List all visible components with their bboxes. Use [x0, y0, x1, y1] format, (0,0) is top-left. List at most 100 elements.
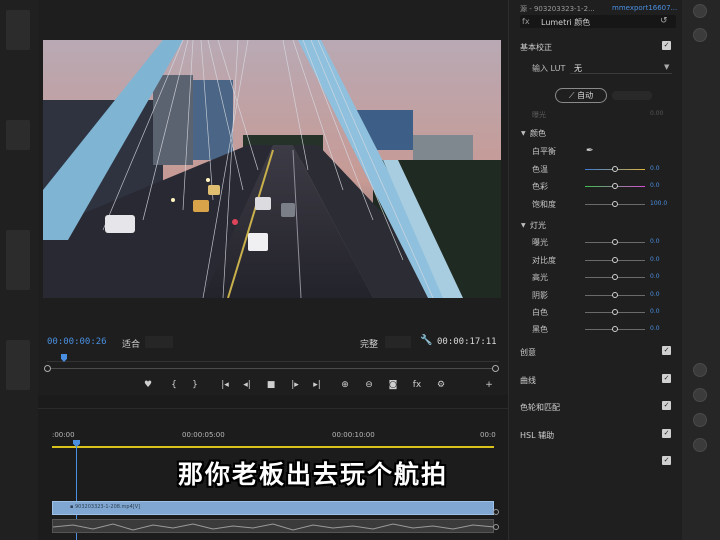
input-lut-label: 输入 LUT: [532, 64, 566, 73]
audio-clip[interactable]: [52, 519, 494, 533]
bridge-footage-frame: [43, 40, 501, 298]
tab-source[interactable]: 源 - 903203323-1-2...: [520, 4, 595, 14]
shadows-slider-handle[interactable]: [612, 292, 618, 298]
track-scroll-knob[interactable]: [493, 524, 499, 530]
duration-timecode: 00:00:17:11: [437, 337, 497, 347]
playback-quality-label: 完整: [360, 340, 379, 350]
basic-correction-enable-checkbox[interactable]: ✓: [662, 41, 671, 50]
ruler-label: 00:00:10:00: [332, 431, 375, 439]
add-marker-button[interactable]: ♥: [141, 379, 155, 391]
chevron-down-icon: ▼: [664, 63, 670, 71]
temperature-value[interactable]: 0.0: [650, 165, 660, 172]
go-to-in-button[interactable]: |◂: [218, 379, 232, 391]
contrast-value[interactable]: 0.0: [650, 256, 660, 263]
eyedropper-icon[interactable]: ✒: [586, 146, 594, 156]
saturation-value[interactable]: 100.0: [650, 200, 667, 207]
reset-icon[interactable]: ↺: [660, 16, 668, 26]
settings-button[interactable]: ⚙: [434, 379, 448, 391]
whites-value[interactable]: 0.0: [650, 308, 660, 315]
chevron-down-icon[interactable]: ▼: [521, 222, 526, 229]
light-exposure-label: 曝光: [532, 238, 548, 247]
lumetri-color-panel: [508, 0, 682, 540]
step-forward-button[interactable]: |▸: [288, 379, 302, 391]
creative-enable-checkbox[interactable]: ✓: [662, 346, 671, 355]
highlights-value[interactable]: 0.0: [650, 273, 660, 280]
exposure-slider-handle[interactable]: [612, 239, 618, 245]
input-lut-dropdown[interactable]: [570, 60, 672, 74]
contrast-slider-handle[interactable]: [612, 257, 618, 263]
blacks-slider-handle[interactable]: [612, 326, 618, 332]
exposure-value-dim: 0.00: [650, 110, 664, 117]
shadows-label: 阴影: [532, 291, 548, 300]
section-hsl-secondary[interactable]: HSL 辅助: [520, 430, 554, 441]
fx-icon[interactable]: fx: [522, 17, 530, 26]
video-preview[interactable]: [43, 40, 501, 298]
video-clip-label: ▪ 903203323-1-208.mp4[V]: [70, 504, 141, 510]
highlights-slider-handle[interactable]: [612, 274, 618, 280]
playback-quality-dropdown[interactable]: [385, 336, 411, 348]
left-panel-background: [0, 0, 38, 540]
hsl-enable-checkbox[interactable]: ✓: [662, 429, 671, 438]
curves-enable-checkbox[interactable]: ✓: [662, 374, 671, 383]
fit-label: 适合: [122, 340, 141, 350]
section-curves[interactable]: 曲线: [520, 375, 536, 386]
overwrite-button[interactable]: ⊖: [362, 379, 376, 391]
ruler-label: 00:00:05:00: [182, 431, 225, 439]
insert-button[interactable]: ⊕: [338, 379, 352, 391]
strip-button[interactable]: [693, 28, 707, 42]
section-color[interactable]: 颜色: [530, 128, 546, 139]
color-wheels-enable-checkbox[interactable]: ✓: [662, 401, 671, 410]
step-back-button[interactable]: ◂|: [240, 379, 254, 391]
white-balance-label: 白平衡: [532, 147, 556, 156]
input-lut-value: 无: [574, 64, 582, 73]
auto-button[interactable]: ⟋ 自动: [555, 88, 607, 103]
saturation-slider-handle[interactable]: [612, 201, 618, 207]
tint-slider-handle[interactable]: [612, 183, 618, 189]
blacks-value[interactable]: 0.0: [650, 325, 660, 332]
shadows-value[interactable]: 0.0: [650, 291, 660, 298]
go-to-out-button[interactable]: ▸|: [310, 379, 324, 391]
tint-label: 色彩: [532, 182, 548, 191]
contrast-label: 对比度: [532, 256, 556, 265]
section-color-wheels[interactable]: 色轮和匹配: [520, 402, 560, 413]
strip-button[interactable]: [693, 413, 707, 427]
section-light[interactable]: 灯光: [530, 220, 546, 231]
zoom-fit-dropdown[interactable]: [145, 336, 173, 348]
audio-waveform: [53, 523, 493, 531]
ruler-label: :00:00: [52, 431, 75, 439]
stop-button[interactable]: ■: [264, 379, 278, 391]
section-creative[interactable]: 创意: [520, 347, 536, 358]
zoom-handle-right[interactable]: [492, 365, 499, 372]
mark-out-button[interactable]: }: [188, 379, 202, 391]
strip-button[interactable]: [693, 438, 707, 452]
light-exposure-value[interactable]: 0.0: [650, 238, 660, 245]
strip-button[interactable]: [693, 363, 707, 377]
current-timecode[interactable]: 00:00:00:26: [47, 337, 107, 347]
section-basic-correction[interactable]: 基本校正: [520, 42, 552, 53]
mark-in-button[interactable]: {: [167, 379, 181, 391]
wrench-icon[interactable]: 🔧: [420, 335, 432, 346]
whites-slider-handle[interactable]: [612, 309, 618, 315]
zoom-handle-left[interactable]: [44, 365, 51, 372]
vignette-enable-checkbox[interactable]: ✓: [662, 456, 671, 465]
export-frame-button[interactable]: ◙: [386, 379, 400, 391]
chevron-down-icon[interactable]: ▼: [521, 130, 526, 137]
auto-slider-track: [612, 91, 652, 100]
track-scroll-knob[interactable]: [493, 509, 499, 515]
scrub-bar[interactable]: [47, 368, 499, 369]
strip-button[interactable]: [693, 388, 707, 402]
tint-value[interactable]: 0.0: [650, 182, 660, 189]
fx-toggle-button[interactable]: fx: [410, 379, 424, 391]
work-area-bar[interactable]: [52, 446, 494, 448]
button-editor-plus[interactable]: +: [482, 379, 496, 391]
tab-clip-active[interactable]: mmexport16607...: [612, 4, 677, 12]
scrub-ruler[interactable]: [47, 354, 499, 362]
effect-name: Lumetri 颜色: [541, 18, 591, 27]
temperature-slider-handle[interactable]: [612, 166, 618, 172]
auto-button-label: 自动: [577, 91, 594, 100]
strip-button[interactable]: [693, 4, 707, 18]
saturation-label: 饱和度: [532, 200, 556, 209]
video-subtitle-caption: 那你老板出去玩个航拍: [178, 460, 449, 489]
ruler-label: 00:0: [480, 431, 496, 439]
exposure-label-dim: 曝光: [532, 111, 546, 119]
